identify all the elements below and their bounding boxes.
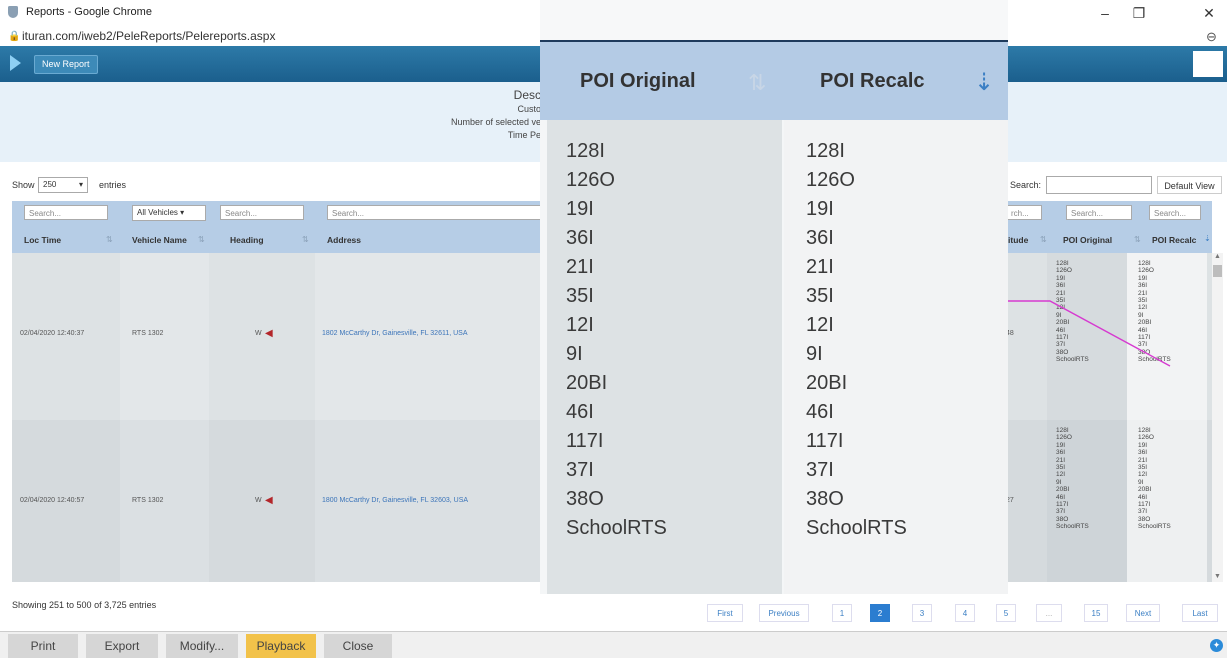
overlay-poi-original-header: POI Original [580, 70, 696, 92]
minimize-button[interactable]: – [1090, 3, 1120, 23]
sort-icon[interactable]: ⇅ [106, 235, 113, 244]
col-poi-recalc[interactable]: POI Recalc [1152, 235, 1196, 245]
sort-icon[interactable]: ⇅ [302, 235, 309, 244]
col-latitude[interactable]: itude [1008, 235, 1028, 245]
address-link[interactable]: 1802 McCarthy Dr, Gainesville, FL 32611,… [322, 330, 468, 337]
heading-search[interactable]: Search... [220, 205, 304, 220]
col-loc-time[interactable]: Loc Time [24, 235, 61, 245]
export-button[interactable]: Export [86, 634, 158, 658]
close-window-button[interactable]: ✕ [1194, 3, 1224, 23]
sort-icon[interactable]: ⇅ [1134, 235, 1141, 244]
customer-line: Custo [517, 104, 541, 114]
sort-desc-icon[interactable]: ⇣ [1204, 234, 1211, 243]
page-size-value: 250 [43, 180, 57, 189]
bottom-action-bar: Print Export Modify... Playback Close ✦ [0, 631, 1227, 658]
search-label: Search: [1010, 180, 1042, 190]
overlay-top-strip [540, 0, 1008, 42]
modify-button[interactable]: Modify... [166, 634, 238, 658]
vehicles-line: Number of selected ve [450, 117, 541, 127]
overlay-poi-original-column: 128I 126O 19I 36I 21I 35I 12I 9I 20BI 46I 117I 37I 3… [547, 120, 782, 594]
table-scrollbar[interactable]: ▲ ▼ [1212, 253, 1223, 582]
heading-cell: W [255, 497, 262, 504]
overlay-poi-recalc-list: 128I 126O 19I 36I 21I 35I 12I 9I 20BI 46I 117I 37I 3… [806, 140, 907, 539]
page-4[interactable]: 4 [955, 604, 975, 622]
col-address[interactable]: Address [327, 235, 361, 245]
url-text[interactable]: ituran.com/iweb2/PeleReports/Pelereports… [22, 29, 275, 43]
loc-time-cell: 02/04/2020 12:40:37 [20, 330, 85, 337]
description-line: Desc [513, 88, 541, 102]
lock-icon: 🔒 [8, 31, 21, 42]
time-period-line: Time Pe [507, 130, 541, 140]
page-next[interactable]: Next [1126, 604, 1160, 622]
col-heading[interactable]: Heading [230, 235, 264, 245]
entries-info: Showing 251 to 500 of 3,725 entries [12, 600, 157, 610]
poi-recalc-search[interactable]: Search... [1149, 205, 1201, 220]
col-vehicle-name[interactable]: Vehicle Name [132, 235, 187, 245]
col-poi-original[interactable]: POI Original [1063, 235, 1112, 245]
page-previous[interactable]: Previous [759, 604, 809, 622]
address-search[interactable]: Search... [327, 205, 542, 220]
page-first[interactable]: First [707, 604, 743, 622]
overlay-header: POI Original ⇅ POI Recalc ⇣ [540, 42, 1008, 120]
table-footer: Showing 251 to 500 of 3,725 entries Firs… [0, 594, 1227, 624]
vehicle-cell: RTS 1302 [132, 497, 164, 504]
page-2[interactable]: 2 [870, 604, 890, 622]
entries-label: entries [99, 180, 127, 190]
overlay-poi-recalc-column: 128I 126O 19I 36I 21I 35I 12I 9I 20BI 46I 117I 37I 3… [784, 120, 1008, 594]
loc-time-search[interactable]: Search... [24, 205, 108, 220]
direction-arrow-icon: ◀ [265, 328, 273, 339]
sort-desc-icon: ⇣ [974, 69, 995, 96]
page-size-select[interactable]: 250 ▾ [38, 177, 88, 193]
page-3[interactable]: 3 [912, 604, 932, 622]
vehicles-select-value: All Vehicles [137, 208, 178, 217]
show-label: Show [12, 180, 35, 190]
chevron-down-icon: ▾ [78, 180, 83, 189]
app-shield-icon [8, 6, 18, 18]
sort-icon[interactable]: ⇅ [198, 235, 205, 244]
loc-time-cell: 02/04/2020 12:40:57 [20, 497, 85, 504]
global-search-input[interactable] [1046, 176, 1152, 194]
poi-recalc-list: 128I 126O 19I 36I 21I 35I 12I 9I 20BI 46I 117I 37I 3… [1138, 427, 1171, 531]
page-last[interactable]: Last [1182, 604, 1218, 622]
overlay-poi-original-list: 128I 126O 19I 36I 21I 35I 12I 9I 20BI 46I 117I 37I 3… [566, 140, 667, 539]
print-button[interactable]: Print [8, 634, 78, 658]
poi-original-list: 128I 126O 19I 36I 21I 35I 12I 9I 20BI 46I 117I 37I 3… [1056, 427, 1089, 531]
chevron-down-icon: ▾ [180, 208, 185, 217]
direction-arrow-icon: ◀ [265, 495, 273, 506]
sort-icon[interactable]: ⇅ [1040, 235, 1047, 244]
page-15[interactable]: 15 [1084, 604, 1108, 622]
heading-cell: W [255, 330, 262, 337]
scroll-down-icon[interactable]: ▼ [1214, 573, 1221, 580]
latitude-search[interactable]: rch... [1006, 205, 1042, 220]
new-report-button[interactable]: New Report [34, 55, 98, 74]
poi-original-search[interactable]: Search... [1066, 205, 1132, 220]
sort-icon: ⇅ [748, 70, 767, 95]
scroll-thumb[interactable] [1213, 265, 1222, 277]
zoom-icon[interactable]: ⊖ [1206, 29, 1217, 45]
address-link[interactable]: 1800 McCarthy Dr, Gainesville, FL 32603,… [322, 497, 468, 504]
overlay-poi-recalc-header: POI Recalc [820, 70, 925, 92]
page-ellipsis: ... [1036, 604, 1062, 622]
scroll-up-icon[interactable]: ▲ [1214, 253, 1221, 260]
page-1[interactable]: 1 [832, 604, 852, 622]
default-view-button[interactable]: Default View [1157, 176, 1222, 194]
help-globe-icon[interactable]: ✦ [1210, 639, 1223, 652]
window-title: Reports - Google Chrome [26, 6, 152, 18]
restore-button[interactable]: ❐ [1124, 3, 1154, 23]
close-button[interactable]: Close [324, 634, 392, 658]
page-5[interactable]: 5 [996, 604, 1016, 622]
zoom-overlay: POI Original ⇅ POI Recalc ⇣ 128I 126O 19I 3… [540, 0, 1008, 594]
play-arrow-icon[interactable] [10, 55, 21, 71]
vehicle-cell: RTS 1302 [132, 330, 164, 337]
vehicles-select[interactable]: All Vehicles ▾ [132, 205, 206, 221]
playback-button[interactable]: Playback [246, 634, 316, 658]
toolbar-panel [1193, 51, 1223, 77]
